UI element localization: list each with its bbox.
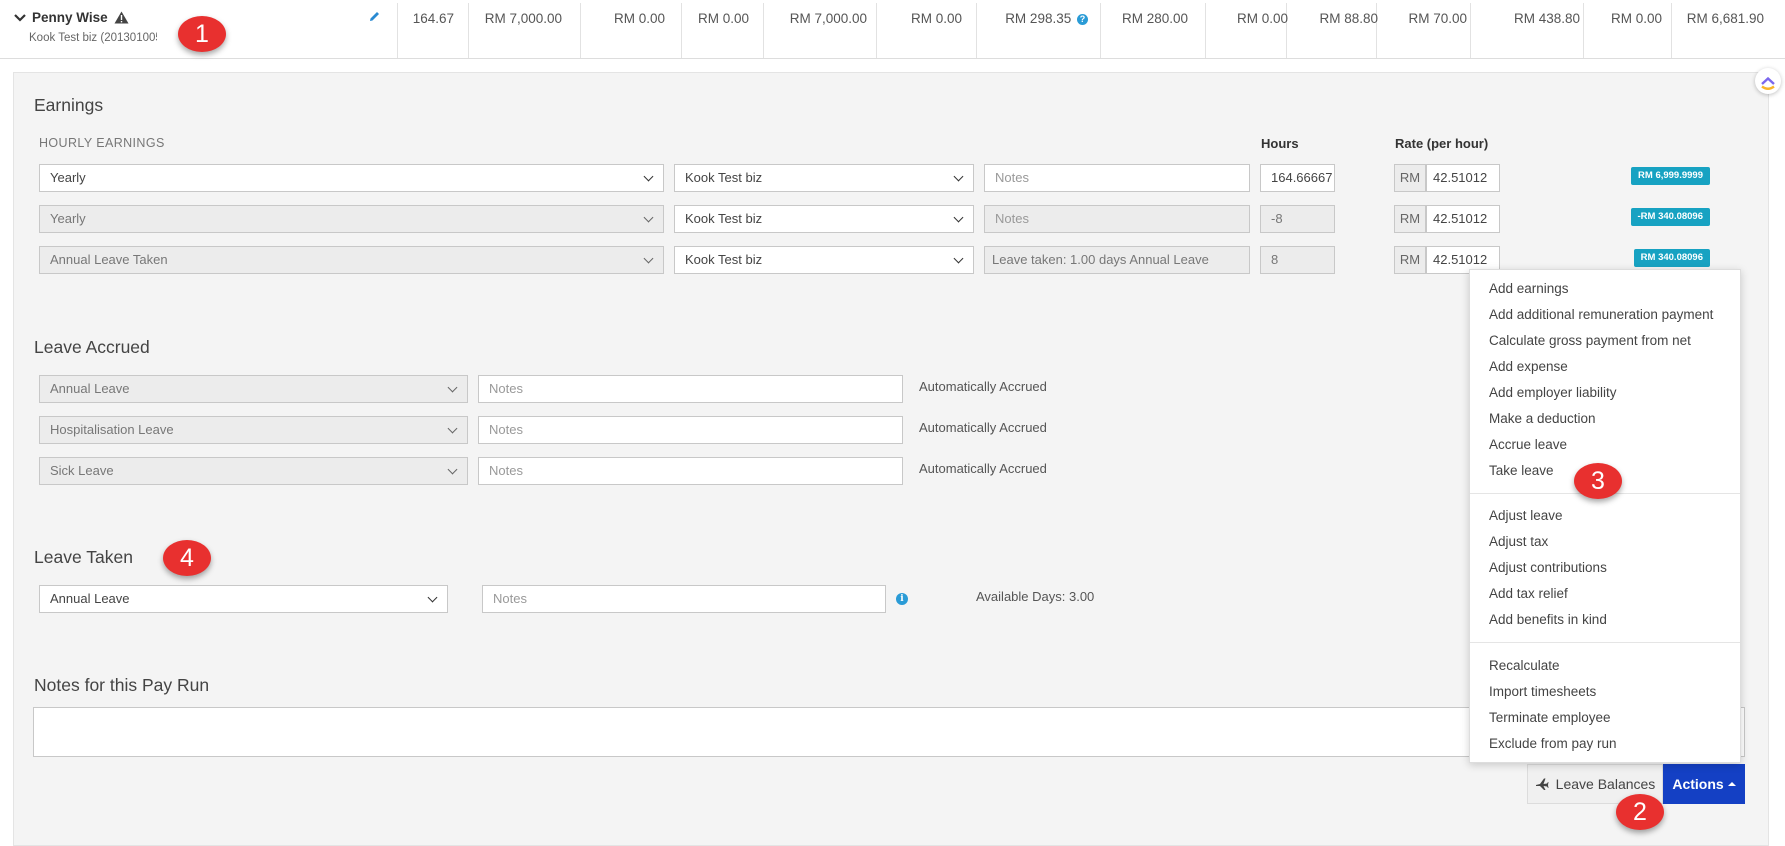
menu-item-add-additional-remuneration[interactable]: Add additional remuneration payment	[1489, 307, 1713, 322]
summary-value: RM 0.00	[613, 11, 665, 26]
menu-item-accrue-leave[interactable]: Accrue leave	[1489, 437, 1567, 452]
accrued-status: Automatically Accrued	[919, 461, 1047, 476]
earnings-business-select[interactable]: Kook Test biz	[674, 205, 974, 233]
leave-taken-title: Leave Taken	[34, 547, 133, 567]
earnings-business-select[interactable]: Kook Test biz	[674, 164, 974, 192]
leave-taken-notes-input[interactable]: Notes	[482, 585, 886, 613]
currency-addon: RM	[1394, 246, 1426, 274]
earnings-type-select[interactable]: Yearly	[39, 164, 664, 192]
accrued-leave-type-select: Hospitalisation Leave	[39, 416, 468, 444]
menu-item-add-expense[interactable]: Add expense	[1489, 359, 1568, 374]
menu-item-add-tax-relief[interactable]: Add tax relief	[1489, 586, 1568, 601]
employee-name[interactable]: Penny Wise	[32, 10, 108, 25]
callout-4: 4	[163, 540, 211, 576]
summary-value: RM 88.80	[1319, 11, 1378, 26]
earnings-rate-input[interactable]: 42.51012	[1426, 205, 1500, 233]
summary-value: RM 0.00	[1610, 11, 1662, 26]
earnings-business-select[interactable]: Kook Test biz	[674, 246, 974, 274]
summary-value: RM 0.00	[1236, 11, 1288, 26]
menu-divider	[1470, 642, 1740, 643]
earnings-type-select: Yearly	[39, 205, 664, 233]
leave-accrued-title: Leave Accrued	[34, 337, 150, 357]
actions-label: Actions	[1672, 776, 1724, 792]
accrued-notes-input[interactable]: Notes	[478, 416, 903, 444]
menu-item-add-benefits-in-kind[interactable]: Add benefits in kind	[1489, 612, 1607, 627]
menu-item-take-leave[interactable]: Take leave	[1489, 463, 1554, 478]
currency-addon: RM	[1394, 205, 1426, 233]
earnings-rate-input[interactable]: 42.51012	[1426, 164, 1500, 192]
plane-icon	[1535, 778, 1549, 790]
available-days: Available Days: 3.00	[976, 589, 1095, 604]
callout-2: 2	[1616, 794, 1664, 830]
menu-item-calculate-gross[interactable]: Calculate gross payment from net	[1489, 333, 1691, 348]
pencil-icon[interactable]	[368, 10, 381, 23]
employee-name-toggle[interactable]: Penny Wise	[14, 10, 129, 25]
warning-icon	[114, 11, 129, 24]
actions-menu: Add earnings Add additional remuneration…	[1469, 269, 1741, 763]
accrued-leave-type-select: Sick Leave	[39, 457, 468, 485]
chevron-down-icon[interactable]	[14, 13, 26, 23]
leave-taken-type-select[interactable]: Annual Leave	[39, 585, 448, 613]
earnings-total-badge: RM 6,999.9999	[1631, 167, 1710, 185]
earnings-total-badge: RM 340.08096	[1633, 249, 1710, 267]
pay-run-notes-title: Notes for this Pay Run	[34, 675, 210, 695]
earnings-type-select: Annual Leave Taken	[39, 246, 664, 274]
summary-net: RM 6,681.90	[1686, 11, 1764, 26]
summary-value: RM 0.00	[910, 11, 962, 26]
menu-item-adjust-contributions[interactable]: Adjust contributions	[1489, 560, 1607, 575]
accrued-status: Automatically Accrued	[919, 379, 1047, 394]
employee-summary-row: Penny Wise Kook Test biz (20130100543 16…	[0, 0, 1785, 59]
summary-value: RM 280.00	[1121, 11, 1188, 26]
callout-3: 3	[1574, 463, 1622, 499]
caret-up-icon	[1727, 782, 1736, 786]
earnings-notes-input[interactable]: Notes	[984, 164, 1250, 192]
hourly-earnings-subhead: HOURLY EARNINGS	[39, 136, 165, 150]
summary-gross: RM 7,000.00	[484, 11, 562, 26]
menu-item-add-employer-liability[interactable]: Add employer liability	[1489, 385, 1617, 400]
earnings-hours-input: 8	[1260, 246, 1335, 274]
accrued-leave-type-select: Annual Leave	[39, 375, 468, 403]
earnings-total-badge: -RM 340.08096	[1630, 208, 1710, 226]
menu-item-exclude-from-pay-run[interactable]: Exclude from pay run	[1489, 736, 1617, 751]
summary-value: RM 0.00	[697, 11, 749, 26]
leave-balances-label: Leave Balances	[1555, 776, 1656, 792]
accrued-notes-input[interactable]: Notes	[478, 375, 903, 403]
hours-header: Hours	[1261, 136, 1299, 151]
rate-header: Rate (per hour)	[1395, 136, 1489, 151]
info-icon[interactable]: i	[896, 593, 908, 605]
callout-1: 1	[178, 16, 226, 52]
employee-business: Kook Test biz (20130100543	[29, 32, 157, 44]
actions-button[interactable]: Actions	[1663, 764, 1745, 804]
menu-item-recalculate[interactable]: Recalculate	[1489, 658, 1560, 673]
summary-hours: 164.67	[412, 11, 454, 26]
accrued-status: Automatically Accrued	[919, 420, 1047, 435]
menu-item-terminate-employee[interactable]: Terminate employee	[1489, 710, 1611, 725]
menu-item-adjust-tax[interactable]: Adjust tax	[1489, 534, 1548, 549]
menu-item-import-timesheets[interactable]: Import timesheets	[1489, 684, 1596, 699]
earnings-notes-input: Notes	[984, 205, 1250, 233]
menu-item-make-deduction[interactable]: Make a deduction	[1489, 411, 1596, 426]
summary-tax: RM 298.35 ?	[1005, 11, 1088, 26]
earnings-hours-input: -8	[1260, 205, 1335, 233]
summary-value: RM 7,000.00	[789, 11, 867, 26]
menu-item-adjust-leave[interactable]: Adjust leave	[1489, 508, 1563, 523]
earnings-title: Earnings	[34, 95, 104, 115]
earnings-notes-input: Leave taken: 1.00 days Annual Leave	[984, 246, 1250, 274]
accrued-notes-input[interactable]: Notes	[478, 457, 903, 485]
summary-value: RM 70.00	[1408, 11, 1467, 26]
menu-item-add-earnings[interactable]: Add earnings	[1489, 281, 1569, 296]
earnings-hours-input[interactable]: 164.66667	[1260, 164, 1335, 192]
summary-value: RM 438.80	[1513, 11, 1580, 26]
question-icon[interactable]: ?	[1077, 14, 1088, 25]
clickup-logo[interactable]	[1755, 68, 1781, 94]
currency-addon: RM	[1394, 164, 1426, 192]
